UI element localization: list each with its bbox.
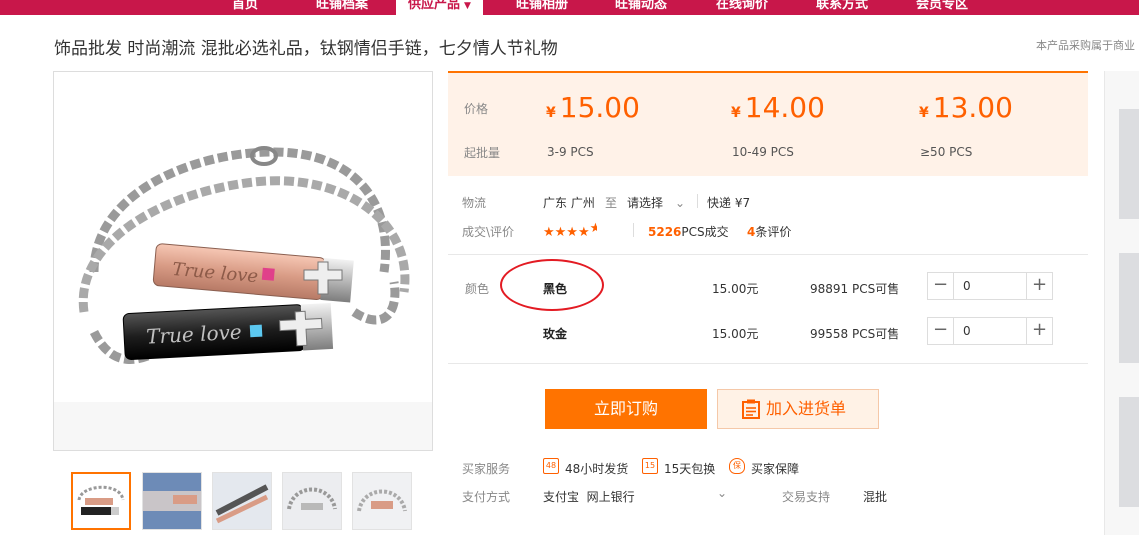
quantity-input[interactable] xyxy=(955,318,1025,344)
thumbnail-3[interactable] xyxy=(212,472,272,530)
color-label: 颜色 xyxy=(465,282,490,296)
payment-methods: 支付宝 网上银行 xyxy=(543,490,635,504)
nav-item-album[interactable]: 旺铺相册 xyxy=(516,0,568,15)
yen-symbol: ¥ xyxy=(919,105,929,121)
nav-item-contact[interactable]: 联系方式 xyxy=(816,0,868,15)
nav-item-profile[interactable]: 旺铺档案 xyxy=(316,0,368,15)
service-48h[interactable]: 48小时发货 xyxy=(565,460,628,477)
service-15-day[interactable]: 15天包换 xyxy=(664,460,715,477)
nav-item-members[interactable]: 会员专区 xyxy=(916,0,968,15)
price-label: 价格 xyxy=(464,102,489,116)
divider xyxy=(633,223,634,237)
nav-item-products-label: 供应产品 xyxy=(408,0,461,12)
thumbnail-image xyxy=(353,473,411,529)
review-count[interactable]: 4条评价 xyxy=(747,223,791,240)
tier-price-value: 13.00 xyxy=(932,91,1013,124)
sku-price-rose-gold: 15.00元 xyxy=(712,327,759,341)
decrease-button[interactable]: − xyxy=(928,318,954,344)
nav-item-home[interactable]: 首页 xyxy=(232,0,258,15)
half-star-icon: ★ xyxy=(589,221,597,236)
yen-symbol: ¥ xyxy=(546,105,556,121)
sku-price-black: 15.00元 xyxy=(712,282,759,296)
shipping-cost: 快递 ¥7 xyxy=(707,196,751,210)
tier-moq-3: ≥50 PCS xyxy=(920,145,973,159)
tier-price-2: ¥14.00 xyxy=(731,91,825,124)
nav-item-news[interactable]: 旺铺动态 xyxy=(615,0,667,15)
thumbnail-image xyxy=(143,473,201,529)
thumbnail-2[interactable] xyxy=(142,472,202,530)
bracelet-image: True love True love xyxy=(54,146,432,450)
main-product-image[interactable]: True love True love xyxy=(53,71,433,451)
red-circle-annotation xyxy=(500,259,604,311)
logistics-to: 至 xyxy=(605,196,618,210)
tier-price-3: ¥13.00 xyxy=(919,91,1013,124)
thumbnail-image xyxy=(283,473,341,529)
deals-label: 成交\评价 xyxy=(462,225,515,239)
recommendation-thumbnail[interactable] xyxy=(1119,397,1139,507)
tier-moq-2: 10-49 PCS xyxy=(732,145,794,159)
thumbnail-image xyxy=(73,474,129,528)
decrease-button[interactable]: − xyxy=(928,273,954,299)
review-count-suffix: 条评价 xyxy=(755,225,792,239)
clipboard-icon xyxy=(742,399,760,419)
sku-stock-black: 98891 PCS可售 xyxy=(810,282,900,296)
payment-label: 支付方式 xyxy=(462,490,511,504)
thumbnail-1[interactable] xyxy=(71,472,131,530)
thumbnail-4[interactable] xyxy=(282,472,342,530)
nav-item-inquiry[interactable]: 在线询价 xyxy=(716,0,768,15)
destination-select[interactable]: 请选择 ⌄ xyxy=(627,194,685,211)
rating-stars: ★★★★★ xyxy=(543,221,597,240)
yen-symbol: ¥ xyxy=(731,105,741,121)
tier-price-1: ¥15.00 xyxy=(546,91,640,124)
buyer-service-label: 买家服务 xyxy=(462,462,511,476)
thumbnail-image xyxy=(213,473,271,529)
trade-support-value: 混批 xyxy=(863,490,888,504)
top-navigation: 首页 旺铺档案 供应产品 ▼ 旺铺相册 旺铺动态 在线询价 联系方式 会员专区 xyxy=(0,0,1139,15)
tier-price-value: 15.00 xyxy=(559,91,640,124)
product-title: 饰品批发 时尚潮流 混批必选礼品，钛钢情侣手链，七夕情人节礼物 xyxy=(54,39,558,59)
deal-count-suffix: PCS成交 xyxy=(681,225,729,239)
price-panel: 价格 起批量 ¥15.00 ¥14.00 ¥13.00 3-9 PCS 10-4… xyxy=(448,71,1088,176)
add-to-cart-label: 加入进货单 xyxy=(766,399,847,418)
caret-down-icon: ▼ xyxy=(464,1,471,11)
recommendation-thumbnail[interactable] xyxy=(1119,253,1139,363)
increase-button[interactable]: + xyxy=(1026,273,1052,299)
nav-item-products[interactable]: 供应产品 ▼ xyxy=(396,0,483,15)
deal-count[interactable]: 5226PCS成交 xyxy=(648,223,729,240)
tier-price-value: 14.00 xyxy=(744,91,825,124)
add-to-cart-button[interactable]: 加入进货单 xyxy=(717,389,879,429)
trade-support-label: 交易支持 xyxy=(782,490,831,504)
service-protection[interactable]: 买家保障 xyxy=(751,460,799,477)
chevron-down-icon[interactable]: ⌄ xyxy=(717,486,727,500)
increase-button[interactable]: + xyxy=(1026,318,1052,344)
moq-label: 起批量 xyxy=(464,146,501,160)
15-day-exchange-icon: 15 xyxy=(642,458,658,474)
buyer-protection-icon: 保 xyxy=(729,458,745,474)
48h-delivery-icon: 48 xyxy=(543,458,559,474)
divider xyxy=(697,194,698,208)
purchase-notice[interactable]: 本产品采购属于商业 xyxy=(1036,37,1135,53)
logistics-label: 物流 xyxy=(462,196,487,210)
order-now-button[interactable]: 立即订购 xyxy=(545,389,707,429)
recommendation-sidebar xyxy=(1104,71,1139,535)
sku-stock-rose-gold: 99558 PCS可售 xyxy=(810,327,900,341)
deal-count-number: 5226 xyxy=(648,225,682,239)
quantity-stepper-black: − + xyxy=(927,272,1053,300)
destination-label: 请选择 xyxy=(627,196,664,210)
svg-text:True love: True love xyxy=(146,320,243,349)
logistics-origin: 广东 广州 xyxy=(543,196,595,210)
tier-moq-1: 3-9 PCS xyxy=(547,145,594,159)
quantity-stepper-rose-gold: − + xyxy=(927,317,1053,345)
sku-name-rose-gold[interactable]: 玫金 xyxy=(543,325,567,342)
chevron-down-icon: ⌄ xyxy=(675,196,686,210)
section-divider xyxy=(448,363,1088,364)
thumbnail-5[interactable] xyxy=(352,472,412,530)
quantity-input[interactable] xyxy=(955,273,1025,299)
recommendation-thumbnail[interactable] xyxy=(1119,109,1139,219)
section-divider xyxy=(448,254,1088,255)
